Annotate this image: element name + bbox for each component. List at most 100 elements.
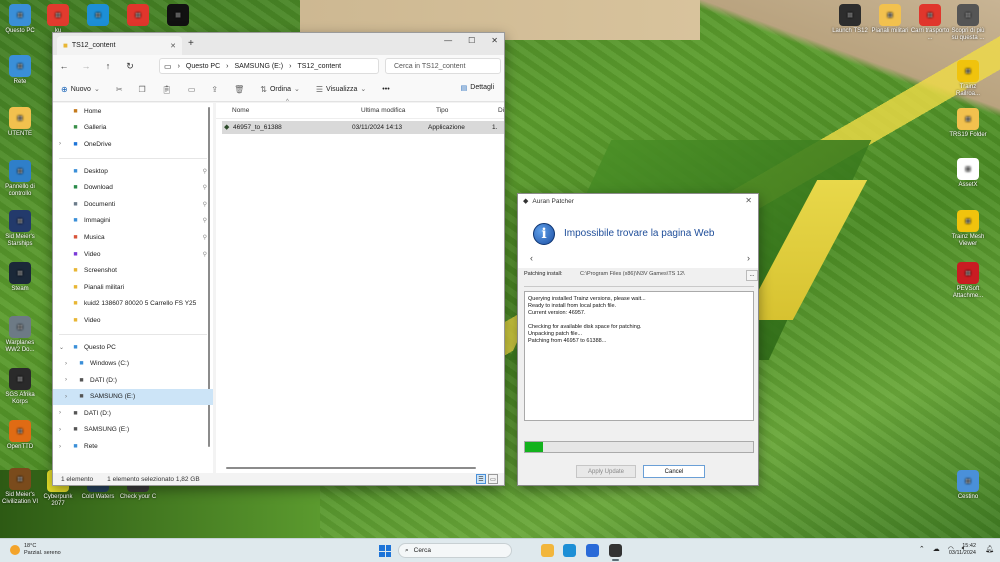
- sidebar-item[interactable]: ■ Download ⚲: [53, 179, 213, 196]
- tab-ts12-content[interactable]: ■ TS12_content ✕: [57, 36, 182, 55]
- desktop-icon[interactable]: ■: [158, 4, 198, 28]
- breadcrumb-item[interactable]: SAMSUNG (E:): [235, 63, 284, 70]
- desktop-icon[interactable]: ■ PEVSoft Attachme...: [948, 262, 988, 299]
- cut-icon[interactable]: ✂: [116, 85, 123, 94]
- sidebar-item[interactable]: › ■ Rete: [53, 438, 213, 455]
- chevron-icon[interactable]: ›: [59, 410, 67, 416]
- new-tab-icon[interactable]: +: [188, 38, 194, 49]
- weather-widget[interactable]: 18°C Parzial. sereno: [10, 543, 61, 556]
- chevron-icon[interactable]: ›: [59, 141, 67, 147]
- sidebar-item[interactable]: ■ Video ⚲: [53, 246, 213, 263]
- more-button[interactable]: •••: [382, 86, 389, 93]
- search-input[interactable]: Cerca in TS12_content: [385, 58, 501, 74]
- sidebar-item[interactable]: ■ Pianali militari: [53, 279, 213, 296]
- desktop-icon[interactable]: ■ Rete: [0, 55, 40, 86]
- sidebar-item[interactable]: ■ Home: [53, 103, 213, 120]
- sidebar-item[interactable]: › ■ Windows (C:): [53, 355, 213, 372]
- browse-button[interactable]: ...: [746, 270, 758, 281]
- desktop-icon[interactable]: ■ AssetX: [948, 158, 988, 189]
- desktop-icon[interactable]: ■ Sid Meier's Starships: [0, 210, 40, 247]
- desktop-icon[interactable]: ■ Cestino: [948, 470, 988, 501]
- ts12-icon[interactable]: [609, 544, 622, 561]
- desktop-icon[interactable]: ■: [78, 4, 118, 28]
- horizontal-scrollbar[interactable]: [226, 467, 476, 469]
- sidebar-item[interactable]: ■ Video: [53, 312, 213, 329]
- new-button[interactable]: ⊕ Nuovo ⌄: [61, 85, 100, 94]
- clock[interactable]: 15:42 03/11/2024: [949, 543, 976, 558]
- chevron-icon[interactable]: ›: [59, 444, 67, 450]
- cancel-button[interactable]: Cancel: [643, 465, 705, 478]
- sidebar-item[interactable]: ■ Screenshot: [53, 262, 213, 279]
- desktop-icon[interactable]: ■ Trainz Railroa...: [948, 60, 988, 97]
- close-icon[interactable]: ✕: [491, 36, 498, 45]
- file-explorer-icon[interactable]: [541, 544, 554, 557]
- details-view-icon[interactable]: ☰: [476, 474, 486, 484]
- desktop-icon[interactable]: ■ Pianali militari: [870, 4, 910, 35]
- address-bar[interactable]: ▭ › Questo PC › SAMSUNG (E:) › TS12_cont…: [159, 58, 379, 74]
- breadcrumb-item[interactable]: TS12_content: [297, 63, 341, 70]
- column-size[interactable]: Di: [498, 107, 504, 114]
- sidebar-item[interactable]: › ■ DATI (D:): [53, 372, 213, 389]
- desktop-icon[interactable]: ■ OpenTTD: [0, 420, 40, 451]
- chevron-icon[interactable]: ›: [59, 427, 67, 433]
- maximize-icon[interactable]: ☐: [468, 36, 475, 45]
- share-icon[interactable]: ⇪: [211, 85, 218, 94]
- breadcrumb-item[interactable]: Questo PC: [186, 63, 220, 70]
- desktop-icon[interactable]: ■ Trainz Mesh Viewer: [948, 210, 988, 247]
- details-button[interactable]: ▤ Dettagli: [461, 84, 494, 92]
- back-arrow-icon[interactable]: ←: [59, 61, 69, 71]
- desktop-icon[interactable]: ■ Steam: [0, 262, 40, 293]
- store-icon[interactable]: [586, 544, 599, 557]
- minimize-icon[interactable]: —: [444, 36, 452, 45]
- sidebar-item[interactable]: › ■ SAMSUNG (E:): [53, 422, 213, 439]
- sidebar-item[interactable]: ■ Desktop ⚲: [53, 163, 213, 180]
- refresh-icon[interactable]: ↻: [125, 61, 135, 72]
- close-tab-icon[interactable]: ✕: [170, 42, 176, 50]
- tiles-view-icon[interactable]: ▭: [488, 474, 498, 484]
- paste-icon[interactable]: 📋︎: [162, 85, 172, 94]
- chevron-left-icon[interactable]: ‹: [530, 253, 533, 263]
- desktop-icon[interactable]: ■ ku: [38, 4, 78, 35]
- chevron-icon[interactable]: ›: [65, 394, 73, 400]
- view-button[interactable]: ☰ Visualizza ⌄: [316, 85, 366, 94]
- sidebar-item[interactable]: ■ Documenti ⚲: [53, 196, 213, 213]
- chevron-right-icon[interactable]: ›: [747, 253, 750, 263]
- sort-button[interactable]: ⇅ Ordina ⌄: [260, 85, 300, 94]
- copy-icon[interactable]: ❐: [139, 85, 146, 94]
- delete-icon[interactable]: 🗑︎: [234, 85, 244, 94]
- chevron-icon[interactable]: ›: [65, 377, 73, 383]
- desktop-icon[interactable]: ■ Sid Meier's Civilization VI: [0, 468, 40, 505]
- sidebar-item[interactable]: › ■ OneDrive: [53, 136, 213, 153]
- sidebar-item[interactable]: › ■ SAMSUNG (E:): [53, 388, 213, 406]
- forward-arrow-icon[interactable]: →: [81, 61, 91, 71]
- up-arrow-icon[interactable]: ↑: [103, 61, 113, 71]
- desktop-icon[interactable]: ■ Warplanes WW2 Do...: [0, 316, 40, 353]
- table-row[interactable]: ◆ 46957_to_61388 03/11/2024 14:13 Applic…: [222, 121, 504, 134]
- sidebar-item[interactable]: ■ Immagini ⚲: [53, 213, 213, 230]
- sidebar-item[interactable]: ■ Galleria: [53, 120, 213, 137]
- taskbar-search[interactable]: ⌕ Cerca: [398, 543, 512, 558]
- sidebar-item[interactable]: ⌄ ■ Questo PC: [53, 339, 213, 356]
- column-type[interactable]: Tipo: [436, 107, 448, 114]
- chevron-icon[interactable]: ›: [65, 361, 73, 367]
- column-name[interactable]: Nome: [232, 107, 249, 114]
- desktop-icon[interactable]: ■: [118, 4, 158, 28]
- desktop-icon[interactable]: ■ TRS19 Folder: [948, 108, 988, 139]
- desktop-icon[interactable]: ■ Launch TS12: [830, 4, 870, 35]
- chevron-up-icon[interactable]: ⌃: [919, 545, 925, 553]
- desktop-icon[interactable]: ■ Questo PC: [0, 4, 40, 35]
- desktop-icon[interactable]: ■ Scopri di più su questa ...: [948, 4, 988, 41]
- sidebar-item[interactable]: ■ kuid2 138607 80020 5 Carrello FS Y25: [53, 296, 213, 313]
- sidebar-item[interactable]: › ■ DATI (D:): [53, 405, 213, 422]
- column-modified[interactable]: Ultima modifica: [361, 107, 405, 114]
- notification-bell-icon[interactable]: 🔔︎: [985, 545, 994, 553]
- desktop-icon[interactable]: ■ UTENTE: [0, 107, 40, 138]
- apply-update-button[interactable]: Apply Update: [576, 465, 636, 478]
- desktop-icon[interactable]: ■ SGS Afrika Korps: [0, 368, 40, 405]
- network-status-icon[interactable]: ☁: [933, 545, 940, 553]
- desktop-icon[interactable]: ■ Carri trasporto ...: [910, 4, 950, 41]
- sidebar-item[interactable]: ■ Musica ⚲: [53, 229, 213, 246]
- start-button[interactable]: [379, 545, 391, 557]
- desktop-icon[interactable]: ■ Pannello di controllo: [0, 160, 40, 197]
- close-icon[interactable]: ✕: [745, 196, 752, 205]
